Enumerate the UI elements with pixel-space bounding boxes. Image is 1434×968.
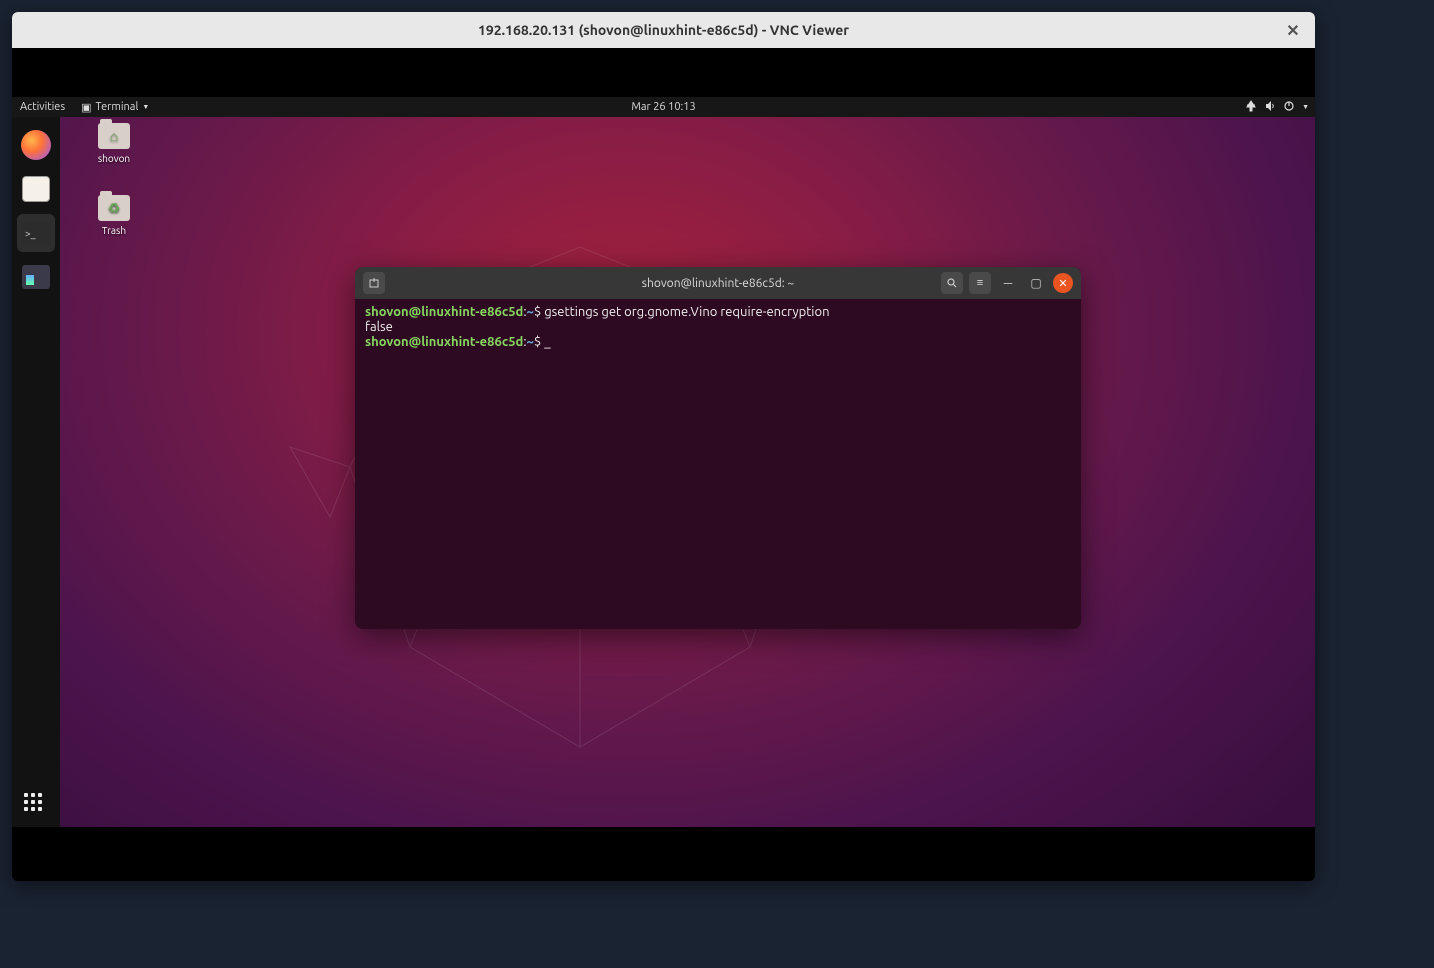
vnc-titlebar[interactable]: 192.168.20.131 (shovon@linuxhint-e86c5d)… [12,12,1315,48]
dock-firefox[interactable] [17,126,55,164]
clock[interactable]: Mar 26 10:13 [631,101,695,113]
vnc-content: Activities ▣ Terminal ▼ Mar 26 10:13 [12,48,1315,881]
desktop-icon-trash[interactable]: ♻ Trash [84,195,144,236]
new-tab-button[interactable] [363,272,385,294]
dock-files[interactable] [17,170,55,208]
terminal-window[interactable]: shovon@linuxhint-e86c5d: ~ ≡ ─ ▢ ✕ shovo… [355,267,1081,629]
desktop-icon-home-folder[interactable]: ⌂ shovon [84,123,144,164]
folder-icon: ♻ [98,195,130,221]
app-menu[interactable]: ▣ Terminal ▼ [73,101,157,114]
network-icon[interactable] [1245,100,1257,115]
ubuntu-desktop: Activities ▣ Terminal ▼ Mar 26 10:13 [12,97,1315,827]
dock-system-monitor[interactable] [17,258,55,296]
search-button[interactable] [941,272,963,294]
hamburger-menu-button[interactable]: ≡ [969,272,991,294]
maximize-button[interactable]: ▢ [1025,272,1047,294]
vnc-title: 192.168.20.131 (shovon@linuxhint-e86c5d)… [478,22,849,38]
chevron-down-icon: ▼ [142,103,149,111]
icon-label: Trash [84,225,144,236]
gnome-topbar: Activities ▣ Terminal ▼ Mar 26 10:13 [12,97,1315,117]
terminal-title: shovon@linuxhint-e86c5d: ~ [642,277,794,290]
folder-icon: ⌂ [98,123,130,149]
system-tray[interactable]: ▼ [1245,100,1309,115]
files-icon [22,176,50,202]
vnc-close-button[interactable]: ✕ [1283,20,1303,40]
dock-terminal[interactable]: >_ [17,214,55,252]
dock: >_ [12,117,60,827]
terminal-icon: >_ [21,221,51,245]
volume-icon[interactable] [1264,100,1276,115]
power-icon[interactable] [1283,100,1295,115]
show-applications-button[interactable] [24,793,48,817]
vnc-window: 192.168.20.131 (shovon@linuxhint-e86c5d)… [12,12,1315,881]
minimize-button[interactable]: ─ [997,272,1019,294]
terminal-icon: ▣ [81,101,91,114]
activities-button[interactable]: Activities [12,101,73,113]
firefox-icon [21,130,51,160]
app-menu-label: Terminal [96,101,139,113]
icon-label: shovon [84,153,144,164]
terminal-titlebar[interactable]: shovon@linuxhint-e86c5d: ~ ≡ ─ ▢ ✕ [355,267,1081,299]
desktop-surface[interactable]: ⌂ shovon ♻ Trash shovon@linuxhint-e86c5d: ~ [60,117,1315,827]
system-monitor-icon [22,265,50,289]
terminal-body[interactable]: shovon@linuxhint-e86c5d:~$ gsettings get… [355,299,1081,356]
chevron-down-icon: ▼ [1302,103,1309,111]
close-button[interactable]: ✕ [1053,273,1073,293]
